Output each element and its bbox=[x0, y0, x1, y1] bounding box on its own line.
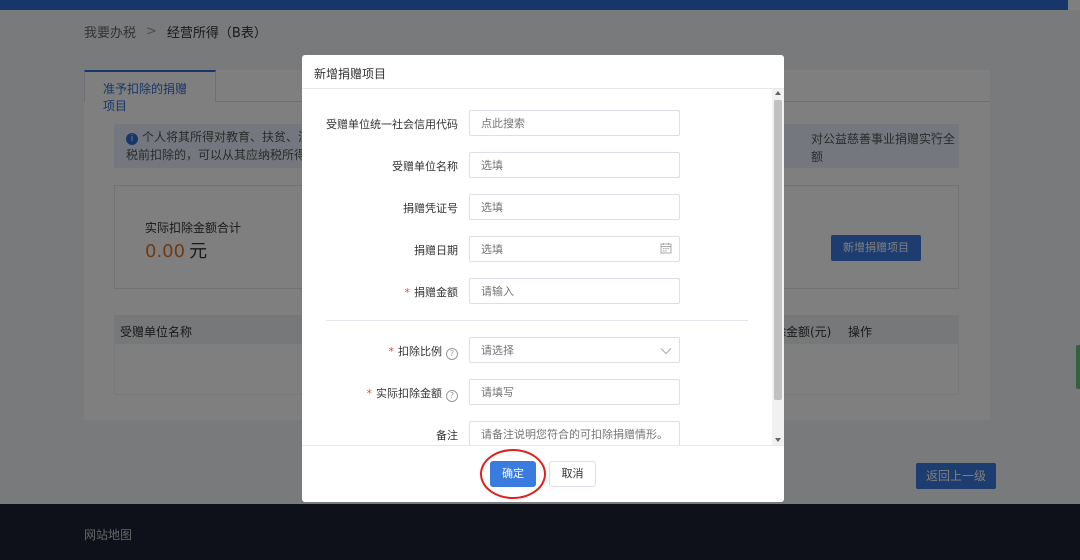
field-label-text: 扣除比例 bbox=[398, 345, 442, 358]
donation-date-input[interactable] bbox=[469, 236, 680, 262]
calendar-icon[interactable] bbox=[660, 242, 672, 254]
field-donation-date: 捐赠日期 bbox=[302, 236, 772, 262]
field-actual-deduction: * 实际扣除金额? bbox=[302, 379, 772, 405]
scroll-down-arrow-icon[interactable] bbox=[775, 438, 781, 442]
required-mark: * bbox=[388, 345, 395, 358]
field-label: 捐赠凭证号 bbox=[403, 202, 458, 215]
required-mark: * bbox=[366, 387, 373, 400]
deduction-ratio-select[interactable] bbox=[469, 337, 680, 363]
recipient-name-input[interactable] bbox=[469, 152, 680, 178]
field-recipient-name: 受赠单位名称 bbox=[302, 152, 772, 178]
voucher-number-input[interactable] bbox=[469, 194, 680, 220]
field-label: * 实际扣除金额? bbox=[366, 385, 458, 402]
field-label: 备注 bbox=[436, 429, 458, 442]
field-deduction-ratio: * 扣除比例? bbox=[302, 337, 772, 363]
dialog-body: 受赠单位统一社会信用代码 受赠单位名称 捐赠凭证号 捐赠日期 bbox=[302, 89, 784, 445]
donation-amount-input[interactable] bbox=[469, 278, 680, 304]
add-donation-dialog: 新增捐赠项目 受赠单位统一社会信用代码 受赠单位名称 捐赠凭证号 捐赠日期 bbox=[302, 55, 784, 502]
field-label-text: 实际扣除金额 bbox=[376, 387, 442, 400]
dialog-footer-divider bbox=[302, 445, 784, 446]
remarks-textarea[interactable] bbox=[469, 421, 680, 445]
required-mark: * bbox=[404, 286, 411, 299]
field-credit-code: 受赠单位统一社会信用代码 bbox=[302, 110, 772, 136]
field-label-text: 捐赠金额 bbox=[414, 286, 458, 299]
actual-deduction-input[interactable] bbox=[469, 379, 680, 405]
field-label: 受赠单位名称 bbox=[392, 160, 458, 173]
chevron-down-icon[interactable] bbox=[660, 345, 672, 357]
help-icon[interactable]: ? bbox=[446, 348, 458, 360]
field-label: * 扣除比例? bbox=[388, 343, 458, 360]
field-label: * 捐赠金额 bbox=[405, 284, 459, 300]
dialog-title: 新增捐赠项目 bbox=[314, 67, 387, 81]
annotation-highlight-circle bbox=[480, 449, 546, 499]
help-icon[interactable]: ? bbox=[446, 390, 458, 402]
field-label: 捐赠日期 bbox=[414, 244, 458, 257]
cancel-button[interactable]: 取消 bbox=[549, 461, 596, 487]
field-remarks: 备注 bbox=[302, 421, 772, 445]
field-donation-amount: * 捐赠金额 bbox=[302, 278, 772, 304]
field-voucher-number: 捐赠凭证号 bbox=[302, 194, 772, 220]
credit-code-search-input[interactable] bbox=[469, 110, 680, 136]
scroll-thumb[interactable] bbox=[774, 100, 782, 400]
form-divider bbox=[326, 320, 748, 321]
scroll-up-arrow-icon[interactable] bbox=[775, 91, 781, 95]
dialog-scrollbar[interactable] bbox=[772, 89, 784, 445]
field-label: 受赠单位统一社会信用代码 bbox=[326, 118, 458, 131]
